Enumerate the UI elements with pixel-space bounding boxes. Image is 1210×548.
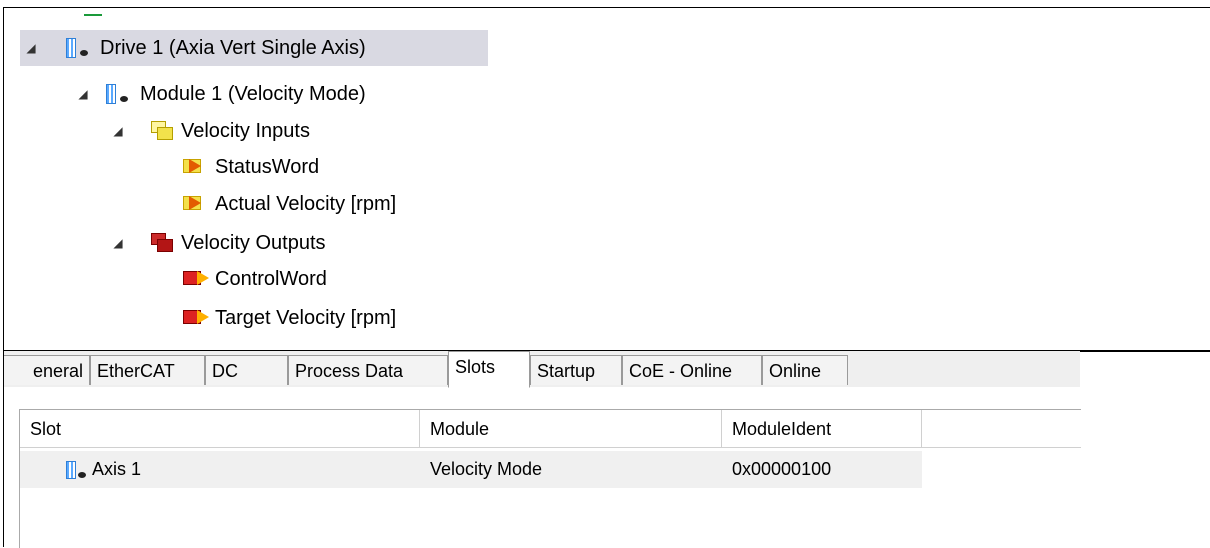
tree-item-actual-velocity[interactable]: Actual Velocity [rpm] <box>183 186 396 222</box>
tree-item-module-1[interactable]: ◢ Module 1 (Velocity Mode) <box>72 76 366 112</box>
tree-item-label: Target Velocity [rpm] <box>215 306 397 329</box>
tree-item-label: Drive 1 (Axia Vert Single Axis) <box>100 36 366 59</box>
tab-bar: eneral EtherCAT DC Process Data Slots St… <box>4 351 1080 388</box>
input-variable-icon <box>183 157 207 177</box>
output-variable-icon <box>183 269 209 289</box>
tree-item-statusword[interactable]: StatusWord <box>183 149 319 185</box>
tree-item-drive-1[interactable]: ◢ Drive 1 (Axia Vert Single Axis) <box>20 30 488 66</box>
tree-item-label: ControlWord <box>215 267 327 290</box>
tree-item-label: Velocity Inputs <box>181 119 310 142</box>
tab-general[interactable]: eneral <box>4 355 90 385</box>
tree-item-velocity-inputs[interactable]: ◢ Velocity Inputs <box>107 113 310 149</box>
tree-item-controlword[interactable]: ControlWord <box>183 261 327 297</box>
tree-item-label: Module 1 (Velocity Mode) <box>140 82 366 105</box>
column-header-slot[interactable]: Slot <box>20 410 420 448</box>
collapse-icon[interactable]: ◢ <box>107 236 129 250</box>
column-header-moduleident[interactable]: ModuleIdent <box>722 410 922 448</box>
collapse-icon[interactable]: ◢ <box>107 124 129 138</box>
tree-item-label: Velocity Outputs <box>181 231 326 254</box>
tab-slots[interactable]: Slots <box>448 351 530 388</box>
input-folder-icon <box>151 121 173 141</box>
column-header-empty <box>922 410 1081 448</box>
tree-item-label: StatusWord <box>215 155 320 178</box>
slot-name: Axis 1 <box>92 459 142 479</box>
slots-list: Slot Module ModuleIdent Axis 1 Velocity … <box>19 409 1081 548</box>
green-marker <box>84 14 102 16</box>
device-icon <box>64 36 92 60</box>
tab-ethercat[interactable]: EtherCAT <box>90 355 205 385</box>
moduleident-cell: 0x00000100 <box>732 459 832 479</box>
device-icon <box>64 459 88 481</box>
output-folder-icon <box>151 233 173 253</box>
tab-dc[interactable]: DC <box>205 355 288 385</box>
table-row[interactable]: Axis 1 Velocity Mode 0x00000100 <box>20 451 922 488</box>
collapse-icon[interactable]: ◢ <box>72 87 94 101</box>
input-variable-icon <box>183 194 207 214</box>
tab-process-data[interactable]: Process Data <box>288 355 448 385</box>
panel-divider <box>1080 351 1210 352</box>
module-cell: Velocity Mode <box>430 459 543 479</box>
device-icon <box>104 82 132 106</box>
column-header-module[interactable]: Module <box>420 410 722 448</box>
collapse-icon[interactable]: ◢ <box>20 41 42 55</box>
tree-item-velocity-outputs[interactable]: ◢ Velocity Outputs <box>107 225 326 261</box>
tree-item-label: Actual Velocity [rpm] <box>215 192 397 215</box>
tab-coe-online[interactable]: CoE - Online <box>622 355 762 385</box>
output-variable-icon <box>183 308 209 328</box>
slot-cell: Axis 1 <box>64 451 141 488</box>
tab-online[interactable]: Online <box>762 355 848 385</box>
tab-startup[interactable]: Startup <box>530 355 622 385</box>
tree-item-target-velocity[interactable]: Target Velocity [rpm] <box>183 300 396 336</box>
